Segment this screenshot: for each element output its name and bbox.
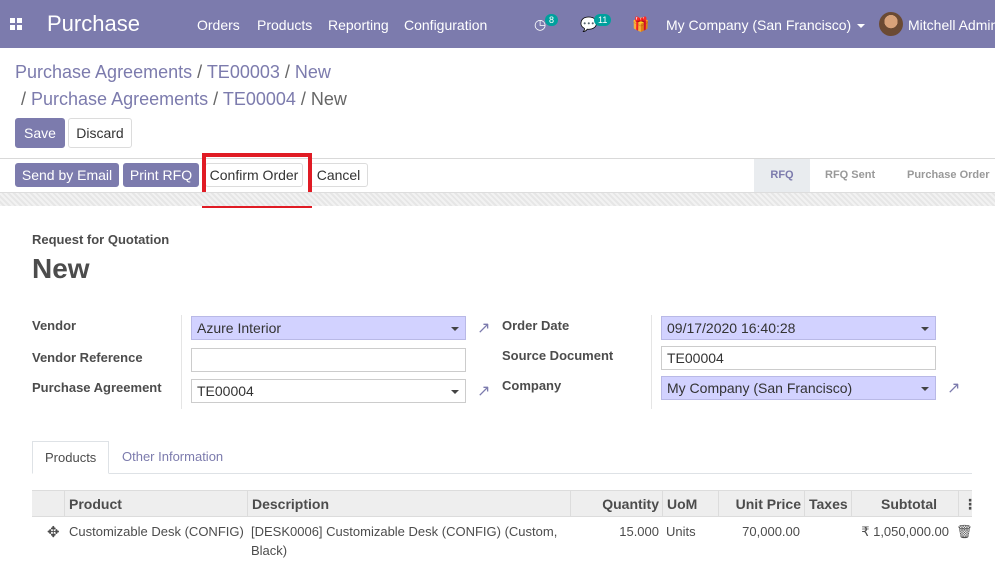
description-cell[interactable]: [DESK0006] Customizable Desk (CONFIG) (C… bbox=[251, 524, 557, 539]
company-name: My Company (San Francisco) bbox=[666, 17, 852, 33]
subtotal-cell: ₹ 1,050,000.00 bbox=[861, 524, 949, 539]
source-document-label: Source Document bbox=[502, 348, 614, 363]
order-date-label: Order Date bbox=[502, 318, 570, 333]
breadcrumb-current: New bbox=[310, 89, 347, 109]
table-header: Product Description Quantity UoM Unit Pr… bbox=[32, 490, 977, 517]
vendor-reference-input[interactable] bbox=[191, 348, 466, 372]
order-date-input[interactable]: 09/17/2020 16:40:28 bbox=[661, 316, 936, 340]
chevron-down-icon bbox=[451, 327, 459, 331]
company-value: My Company (San Francisco) bbox=[667, 380, 853, 396]
message-badge: 11 bbox=[594, 14, 612, 26]
order-date-value: 09/17/2020 16:40:28 bbox=[667, 320, 796, 336]
menu-products[interactable]: Products bbox=[257, 17, 312, 33]
breadcrumb: Purchase Agreements / TE00003 / New bbox=[15, 62, 331, 82]
breadcrumb-link[interactable]: Purchase Agreements bbox=[15, 62, 192, 82]
label-divider bbox=[181, 315, 182, 409]
chevron-down-icon bbox=[451, 390, 459, 394]
top-navbar: Purchase Orders Products Reporting Confi… bbox=[0, 0, 995, 48]
send-by-email-button[interactable]: Send by Email bbox=[15, 163, 119, 187]
purchase-agreement-label: Purchase Agreement bbox=[32, 380, 162, 395]
tab-products[interactable]: Products bbox=[32, 441, 110, 474]
optional-columns-icon[interactable]: ⋮ bbox=[958, 491, 977, 517]
company-select[interactable]: My Company (San Francisco) bbox=[661, 376, 936, 400]
source-document-input[interactable]: TE00004 bbox=[661, 346, 936, 370]
print-rfq-button[interactable]: Print RFQ bbox=[123, 163, 199, 187]
breadcrumb-link[interactable]: Purchase Agreements bbox=[31, 89, 208, 109]
user-menu[interactable]: Mitchell Admin bbox=[908, 17, 995, 33]
sheet-background bbox=[0, 192, 995, 206]
column-subtotal[interactable]: Subtotal bbox=[851, 491, 941, 517]
app-menu-icon[interactable] bbox=[10, 18, 22, 30]
menu-orders[interactable]: Orders bbox=[197, 17, 240, 33]
chevron-down-icon bbox=[921, 327, 929, 331]
quantity-cell[interactable]: 15.000 bbox=[570, 524, 659, 539]
product-cell[interactable]: Customizable Desk (CONFIG) bbox=[69, 524, 247, 539]
cancel-button[interactable]: Cancel bbox=[309, 163, 368, 187]
vendor-reference-label: Vendor Reference bbox=[32, 350, 143, 365]
label-divider bbox=[651, 315, 652, 409]
chevron-down-icon bbox=[857, 24, 866, 29]
uom-cell[interactable]: Units bbox=[666, 524, 696, 539]
app-title: Purchase bbox=[47, 11, 140, 36]
form-subtitle: Request for Quotation bbox=[32, 232, 170, 247]
discard-button[interactable]: Discard bbox=[68, 118, 132, 148]
menu-reporting[interactable]: Reporting bbox=[328, 17, 389, 33]
column-uom[interactable]: UoM bbox=[662, 491, 718, 517]
avatar[interactable] bbox=[879, 12, 903, 36]
column-description[interactable]: Description bbox=[247, 491, 571, 517]
company-switcher[interactable]: My Company (San Francisco) bbox=[666, 17, 866, 33]
description-cell-continued[interactable]: Black) bbox=[251, 543, 287, 558]
breadcrumb-link[interactable]: TE00004 bbox=[223, 89, 296, 109]
column-unit-price[interactable]: Unit Price bbox=[718, 491, 805, 517]
stage-rfq-sent: RFQ Sent bbox=[825, 169, 876, 181]
drag-handle-icon[interactable]: ✥ bbox=[47, 523, 60, 541]
breadcrumb: / Purchase Agreements / TE00004 / New bbox=[21, 89, 347, 109]
vendor-select[interactable]: Azure Interior bbox=[191, 316, 466, 340]
column-quantity[interactable]: Quantity bbox=[570, 491, 663, 517]
save-button[interactable]: Save bbox=[15, 118, 65, 148]
external-link-icon[interactable]: ↗ bbox=[477, 318, 495, 337]
activity-badge: 8 bbox=[545, 14, 559, 26]
vendor-label: Vendor bbox=[32, 318, 77, 333]
chevron-down-icon bbox=[921, 387, 929, 391]
company-label: Company bbox=[502, 378, 562, 393]
agreement-value: TE00004 bbox=[197, 383, 254, 399]
stage-rfq: RFQ bbox=[754, 159, 810, 192]
external-link-icon[interactable]: ↗ bbox=[477, 381, 495, 400]
unit-price-cell[interactable]: 70,000.00 bbox=[718, 524, 800, 539]
breadcrumb-link[interactable]: New bbox=[295, 62, 331, 82]
trash-icon[interactable]: 🗑 bbox=[956, 524, 973, 540]
menu-configuration[interactable]: Configuration bbox=[404, 17, 487, 33]
tab-other-information[interactable]: Other Information bbox=[110, 441, 235, 474]
breadcrumb-link[interactable]: TE00003 bbox=[207, 62, 280, 82]
page-title: New bbox=[32, 253, 90, 284]
column-taxes[interactable]: Taxes bbox=[804, 491, 852, 517]
gift-icon[interactable]: 🎁 bbox=[632, 16, 649, 33]
external-link-icon[interactable]: ↗ bbox=[947, 378, 965, 397]
purchase-agreement-select[interactable]: TE00004 bbox=[191, 379, 466, 403]
vendor-value: Azure Interior bbox=[197, 320, 282, 336]
stage-purchase-order: Purchase Order bbox=[907, 169, 990, 181]
